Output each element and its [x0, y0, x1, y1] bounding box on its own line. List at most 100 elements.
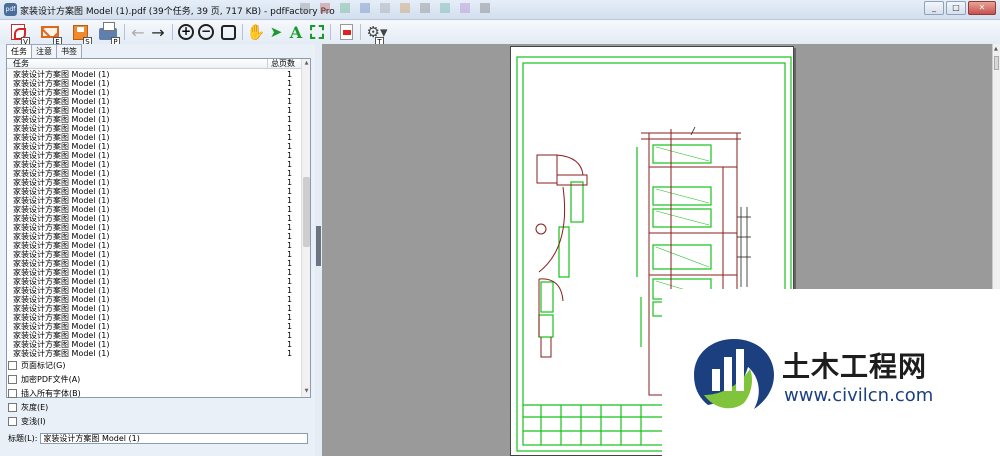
table-row[interactable]: 家装设计方案图 Model (1) 1: [7, 205, 297, 214]
table-row[interactable]: 家装设计方案图 Model (1) 1: [7, 313, 297, 322]
page-delete-icon: [339, 24, 353, 40]
tab-bookmarks[interactable]: 书签: [56, 44, 82, 58]
tab-notes[interactable]: 注意: [31, 44, 57, 58]
table-row[interactable]: 家装设计方案图 Model (1) 1: [7, 304, 297, 313]
table-row[interactable]: 家装设计方案图 Model (1) 1: [7, 160, 297, 169]
table-row[interactable]: 家装设计方案图 Model (1) 1: [7, 70, 297, 79]
pdffactory-window: pdf 家装设计方案图 Model (1).pdf (39个任务, 39 页, …: [0, 0, 1000, 456]
save-pdf-button[interactable]: V: [8, 22, 30, 47]
table-row[interactable]: 家装设计方案图 Model (1) 1: [7, 106, 297, 115]
table-row[interactable]: 家装设计方案图 Model (1) 1: [7, 259, 297, 268]
minimize-button[interactable]: _: [924, 1, 944, 15]
table-row[interactable]: 家装设计方案图 Model (1) 1: [7, 214, 297, 223]
table-row[interactable]: 家装设计方案图 Model (1) 1: [7, 241, 297, 250]
table-row[interactable]: 家装设计方案图 Model (1) 1: [7, 250, 297, 259]
task-name-cell: 家装设计方案图 Model (1): [13, 268, 110, 277]
checkbox[interactable]: [8, 402, 17, 412]
option-grayscale[interactable]: 灰度(E): [8, 400, 81, 414]
option-label: 加密PDF文件(A): [21, 374, 81, 384]
arrow-left-icon: ←: [131, 22, 145, 42]
task-name-cell: 家装设计方案图 Model (1): [13, 331, 110, 340]
option-embed-fonts[interactable]: 插入所有字体(B): [8, 386, 81, 400]
table-row[interactable]: 家装设计方案图 Model (1) 1: [7, 196, 297, 205]
table-row[interactable]: 家装设计方案图 Model (1) 1: [7, 232, 297, 241]
table-row[interactable]: 家装设计方案图 Model (1) 1: [7, 169, 297, 178]
back-button[interactable]: ←: [128, 22, 148, 42]
option-page-marks[interactable]: 页面标记(G): [8, 358, 81, 372]
option-lighten[interactable]: 变浅(I): [8, 414, 81, 428]
zoom-out-button[interactable]: −: [196, 22, 216, 42]
email-button[interactable]: E: [40, 22, 62, 47]
page-count-cell: 1: [287, 214, 293, 223]
task-name-cell: 家装设计方案图 Model (1): [13, 133, 110, 142]
title-input[interactable]: 家装设计方案图 Model (1): [40, 433, 309, 444]
list-scrollbar[interactable]: ▲ ▼: [301, 59, 310, 397]
table-row[interactable]: 家装设计方案图 Model (1) 1: [7, 97, 297, 106]
task-name-cell: 家装设计方案图 Model (1): [13, 178, 110, 187]
option-label: 插入所有字体(B): [21, 388, 81, 398]
fit-page-button[interactable]: [218, 22, 238, 42]
checkbox[interactable]: [8, 374, 17, 384]
checkbox[interactable]: [8, 360, 17, 370]
table-row[interactable]: 家装设计方案图 Model (1) 1: [7, 115, 297, 124]
maximize-button[interactable]: □: [946, 1, 966, 15]
title-bar: pdf 家装设计方案图 Model (1).pdf (39个任务, 39 页, …: [0, 0, 1000, 20]
table-row[interactable]: 家装设计方案图 Model (1) 1: [7, 79, 297, 88]
task-name-cell: 家装设计方案图 Model (1): [13, 97, 110, 106]
table-row[interactable]: 家装设计方案图 Model (1) 1: [7, 88, 297, 97]
task-name-cell: 家装设计方案图 Model (1): [13, 322, 110, 331]
task-name-cell: 家装设计方案图 Model (1): [13, 169, 110, 178]
scroll-up-icon[interactable]: ▲: [994, 46, 998, 52]
table-row[interactable]: 家装设计方案图 Model (1) 1: [7, 133, 297, 142]
scroll-thumb[interactable]: [303, 177, 310, 247]
select-tool-button[interactable]: ➤: [266, 22, 286, 42]
zoom-in-icon: +: [178, 24, 194, 40]
hand-tool-button[interactable]: ✋: [246, 22, 266, 42]
print-button[interactable]: P: [98, 22, 120, 47]
table-row[interactable]: 家装设计方案图 Model (1) 1: [7, 286, 297, 295]
table-row[interactable]: 家装设计方案图 Model (1) 1: [7, 187, 297, 196]
scroll-down-icon[interactable]: ▼: [303, 388, 310, 396]
checkbox[interactable]: [8, 416, 17, 426]
zoom-in-button[interactable]: +: [176, 22, 196, 42]
table-row[interactable]: 家装设计方案图 Model (1) 1: [7, 322, 297, 331]
table-row[interactable]: 家装设计方案图 Model (1) 1: [7, 331, 297, 340]
column-header-task[interactable]: 任务: [13, 59, 29, 68]
settings-button[interactable]: ⚙▾ T: [364, 22, 390, 47]
page-count-cell: 1: [287, 196, 293, 205]
table-row[interactable]: 家装设计方案图 Model (1) 1: [7, 124, 297, 133]
task-name-cell: 家装设计方案图 Model (1): [13, 250, 110, 259]
toolbar: V E S P ← → + − ✋ ➤ A ⚙▾ T: [0, 20, 1000, 47]
table-row[interactable]: 家装设计方案图 Model (1) 1: [7, 151, 297, 160]
delete-page-button[interactable]: [336, 22, 356, 42]
table-row[interactable]: 家装设计方案图 Model (1) 1: [7, 268, 297, 277]
window-title: 家装设计方案图 Model (1).pdf (39个任务, 39 页, 717 …: [20, 7, 335, 17]
table-row[interactable]: 家装设计方案图 Model (1) 1: [7, 178, 297, 187]
scroll-thumb[interactable]: [994, 56, 999, 70]
table-row[interactable]: 家装设计方案图 Model (1) 1: [7, 277, 297, 286]
close-button[interactable]: ✕: [968, 1, 996, 15]
area-select-button[interactable]: [307, 22, 327, 42]
option-encrypt[interactable]: 加密PDF文件(A): [8, 372, 81, 386]
scroll-up-icon[interactable]: ▲: [303, 60, 310, 68]
checkbox[interactable]: [8, 388, 17, 398]
table-row[interactable]: 家装设计方案图 Model (1) 1: [7, 295, 297, 304]
forward-button[interactable]: →: [148, 22, 168, 42]
table-row[interactable]: 家装设计方案图 Model (1) 1: [7, 223, 297, 232]
text-tool-button[interactable]: A: [286, 22, 306, 42]
page-count-cell: 1: [287, 169, 293, 178]
page-count-cell: 1: [287, 313, 293, 322]
column-header-pages[interactable]: 总页数: [267, 59, 303, 68]
page-count-cell: 1: [287, 250, 293, 259]
panel-splitter[interactable]: [315, 44, 322, 456]
tab-tasks[interactable]: 任务: [6, 44, 32, 59]
table-row[interactable]: 家装设计方案图 Model (1) 1: [7, 340, 297, 349]
splitter-grip[interactable]: [316, 226, 321, 266]
task-name-cell: 家装设计方案图 Model (1): [13, 214, 110, 223]
table-row[interactable]: 家装设计方案图 Model (1) 1: [7, 142, 297, 151]
taskbar-thumbnails: [300, 3, 900, 17]
task-name-cell: 家装设计方案图 Model (1): [13, 151, 110, 160]
save-button[interactable]: S: [70, 22, 92, 47]
page-count-cell: 1: [287, 295, 293, 304]
table-row[interactable]: 家装设计方案图 Model (1) 1: [7, 349, 297, 358]
